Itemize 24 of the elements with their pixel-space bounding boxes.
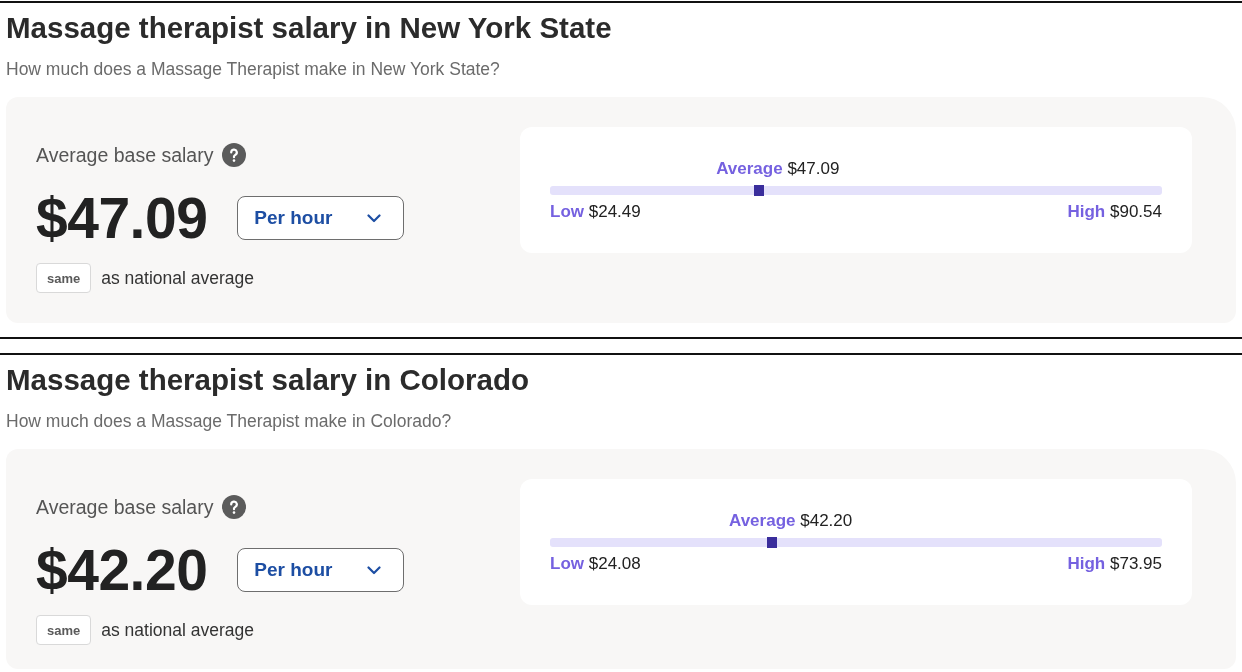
average-salary-label: Average $47.09 <box>716 159 840 179</box>
help-icon[interactable] <box>222 495 247 519</box>
salary-value: $42.20 <box>36 542 208 598</box>
low-salary-label: Low $24.08 <box>550 554 641 574</box>
chevron-down-icon <box>367 565 382 575</box>
salary-label: Average base salary <box>36 143 214 167</box>
period-dropdown[interactable]: Per hour <box>237 196 405 240</box>
high-salary-label: High $73.95 <box>1067 554 1162 574</box>
help-icon[interactable] <box>222 143 247 167</box>
section-subtitle: How much does a Massage Therapist make in Colorado? <box>6 410 452 432</box>
section-title: Massage therapist salary in Colorado <box>6 364 529 396</box>
comparison-text: as national average <box>101 267 254 289</box>
average-salary-label: Average $42.20 <box>729 511 853 531</box>
comparison-text: as national average <box>101 619 254 641</box>
salary-value: $47.09 <box>36 190 208 246</box>
section-title: Massage therapist salary in New York State <box>6 12 612 44</box>
high-salary-label: High $90.54 <box>1067 202 1162 222</box>
comparison-tag: same <box>36 615 92 645</box>
low-salary-label: Low $24.49 <box>550 202 641 222</box>
salary-label: Average base salary <box>36 495 214 519</box>
period-dropdown[interactable]: Per hour <box>237 548 405 592</box>
chevron-down-icon <box>367 213 382 223</box>
comparison-tag: same <box>36 263 92 293</box>
section-subtitle: How much does a Massage Therapist make in New York State? <box>6 58 500 80</box>
